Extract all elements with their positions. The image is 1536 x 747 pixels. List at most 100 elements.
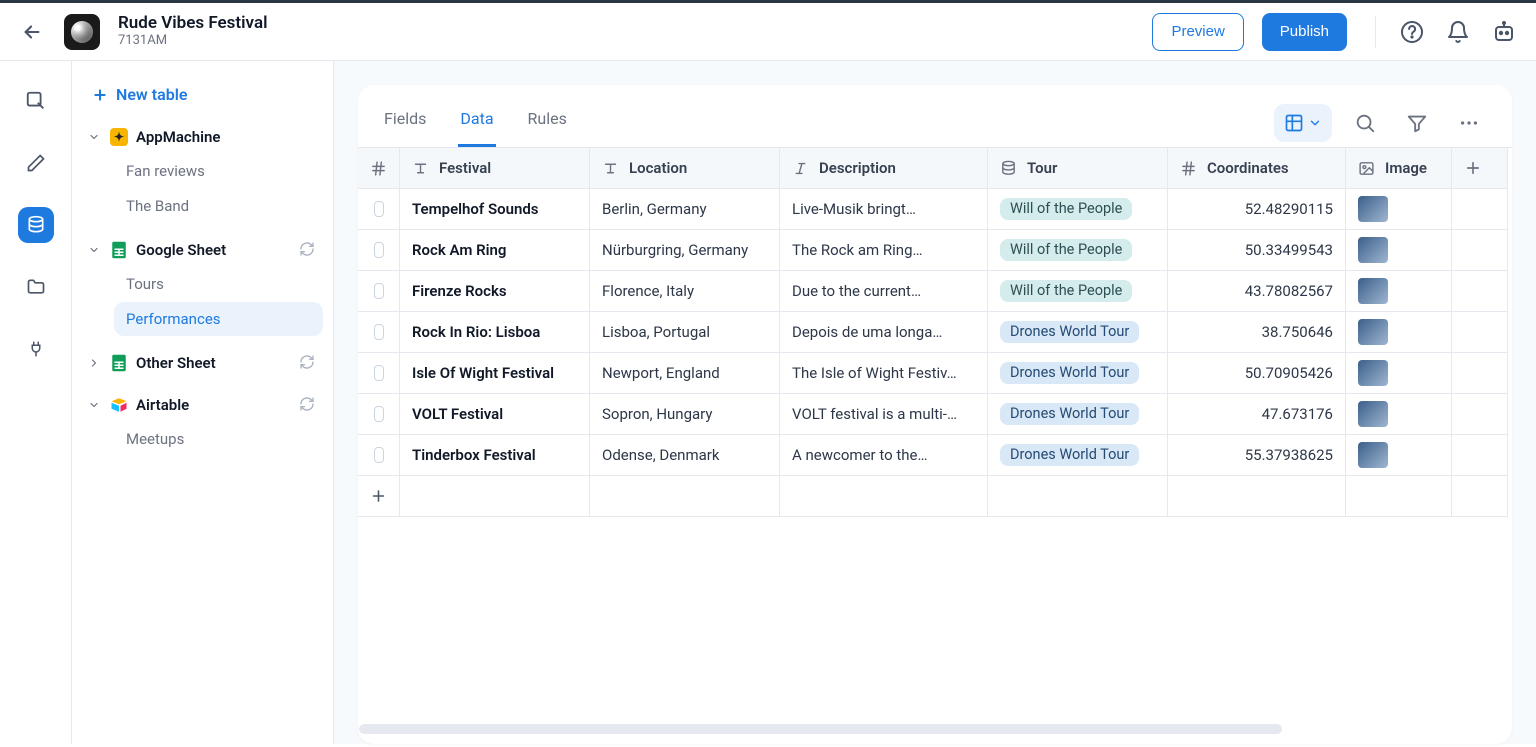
tab-fields[interactable]: Fields [382, 99, 428, 147]
cell-festival[interactable]: Tinderbox Festival [400, 435, 590, 476]
column-header[interactable]: Coordinates [1168, 148, 1346, 189]
tree-group-airtable[interactable]: Airtable [80, 390, 323, 420]
tree-item[interactable]: Tours [114, 267, 323, 301]
cell-coordinates[interactable]: 43.78082567 [1168, 271, 1346, 312]
row-selector[interactable] [358, 435, 400, 476]
row-checkbox[interactable] [374, 406, 384, 422]
tree-group-gsheet1[interactable]: Google Sheet [80, 235, 323, 265]
cell-coordinates[interactable]: 47.673176 [1168, 394, 1346, 435]
tree-group-gsheet2[interactable]: Other Sheet [80, 348, 323, 378]
cell-description[interactable]: Depois de uma longa… [780, 312, 988, 353]
row-checkbox[interactable] [374, 324, 384, 340]
cell-festival[interactable]: Tempelhof Sounds [400, 189, 590, 230]
bell-icon[interactable] [1444, 18, 1472, 46]
preview-button[interactable]: Preview [1152, 13, 1243, 51]
cell-image[interactable] [1346, 271, 1452, 312]
add-column-button[interactable] [1452, 148, 1508, 189]
cell-location[interactable]: Odense, Denmark [590, 435, 780, 476]
cell-image[interactable] [1346, 312, 1452, 353]
tree-item[interactable]: Performances [114, 302, 323, 336]
cell-location[interactable]: Florence, Italy [590, 271, 780, 312]
cell-location[interactable]: Newport, England [590, 353, 780, 394]
row-selector[interactable] [358, 230, 400, 271]
row-selector[interactable] [358, 312, 400, 353]
refresh-icon[interactable] [299, 241, 317, 259]
cell-festival[interactable]: Isle Of Wight Festival [400, 353, 590, 394]
row-selector[interactable] [358, 394, 400, 435]
more-icon[interactable] [1450, 104, 1488, 142]
cell-location[interactable]: Lisboa, Portugal [590, 312, 780, 353]
cell-tour[interactable]: Will of the People [988, 189, 1168, 230]
cell-tour[interactable]: Drones World Tour [988, 312, 1168, 353]
row-selector[interactable] [358, 353, 400, 394]
row-checkbox[interactable] [374, 283, 384, 299]
robot-icon[interactable] [1490, 18, 1518, 46]
cell-coordinates[interactable]: 50.70905426 [1168, 353, 1346, 394]
rail-cursor-icon[interactable] [18, 83, 54, 119]
row-selector[interactable] [358, 271, 400, 312]
row-selector[interactable] [358, 189, 400, 230]
add-row-button[interactable] [358, 476, 400, 517]
cell-image[interactable] [1346, 435, 1452, 476]
cell-blank[interactable] [1452, 189, 1508, 230]
cell-description[interactable]: A newcomer to the… [780, 435, 988, 476]
cell-location[interactable]: Nürburgring, Germany [590, 230, 780, 271]
cell-coordinates[interactable]: 38.750646 [1168, 312, 1346, 353]
horizontal-scrollbar[interactable] [359, 724, 1282, 734]
cell-coordinates[interactable]: 55.37938625 [1168, 435, 1346, 476]
cell-blank[interactable] [1452, 353, 1508, 394]
cell-tour[interactable]: Drones World Tour [988, 435, 1168, 476]
column-header[interactable]: Description [780, 148, 988, 189]
column-header[interactable]: Location [590, 148, 780, 189]
cell-image[interactable] [1346, 189, 1452, 230]
cell-description[interactable]: VOLT festival is a multi-… [780, 394, 988, 435]
column-header[interactable]: Festival [400, 148, 590, 189]
cell-tour[interactable]: Will of the People [988, 271, 1168, 312]
cell-tour[interactable]: Drones World Tour [988, 394, 1168, 435]
cell-blank[interactable] [1452, 271, 1508, 312]
column-header[interactable]: Image [1346, 148, 1452, 189]
rail-database-icon[interactable] [18, 207, 54, 243]
cell-description[interactable]: Due to the current… [780, 271, 988, 312]
cell-festival[interactable]: Firenze Rocks [400, 271, 590, 312]
search-icon[interactable] [1346, 104, 1384, 142]
tab-data[interactable]: Data [458, 99, 495, 147]
tree-item[interactable]: Fan reviews [114, 154, 323, 188]
cell-festival[interactable]: Rock In Rio: Lisboa [400, 312, 590, 353]
view-switch-button[interactable] [1274, 104, 1332, 142]
column-header[interactable] [358, 148, 400, 189]
row-checkbox[interactable] [374, 447, 384, 463]
row-checkbox[interactable] [374, 242, 384, 258]
publish-button[interactable]: Publish [1262, 13, 1347, 51]
cell-description[interactable]: The Rock am Ring… [780, 230, 988, 271]
cell-description[interactable]: Live-Musik bringt… [780, 189, 988, 230]
cell-location[interactable]: Sopron, Hungary [590, 394, 780, 435]
tree-item[interactable]: Meetups [114, 422, 323, 456]
refresh-icon[interactable] [299, 354, 317, 372]
cell-blank[interactable] [1452, 435, 1508, 476]
cell-image[interactable] [1346, 230, 1452, 271]
tree-group-appmachine[interactable]: ✦AppMachine [80, 122, 323, 152]
cell-description[interactable]: The Isle of Wight Festiv… [780, 353, 988, 394]
cell-image[interactable] [1346, 394, 1452, 435]
rail-folder-icon[interactable] [18, 269, 54, 305]
back-button[interactable] [18, 18, 46, 46]
rail-plug-icon[interactable] [18, 331, 54, 367]
help-icon[interactable] [1398, 18, 1426, 46]
cell-image[interactable] [1346, 353, 1452, 394]
tab-rules[interactable]: Rules [526, 99, 569, 147]
row-checkbox[interactable] [374, 201, 384, 217]
cell-blank[interactable] [1452, 312, 1508, 353]
new-table-button[interactable]: New table [80, 79, 323, 122]
cell-tour[interactable]: Will of the People [988, 230, 1168, 271]
filter-icon[interactable] [1398, 104, 1436, 142]
cell-coordinates[interactable]: 50.33499543 [1168, 230, 1346, 271]
cell-blank[interactable] [1452, 230, 1508, 271]
rail-pencil-icon[interactable] [18, 145, 54, 181]
cell-blank[interactable] [1452, 394, 1508, 435]
refresh-icon[interactable] [299, 396, 317, 414]
tree-item[interactable]: The Band [114, 189, 323, 223]
cell-location[interactable]: Berlin, Germany [590, 189, 780, 230]
cell-coordinates[interactable]: 52.48290115 [1168, 189, 1346, 230]
cell-tour[interactable]: Drones World Tour [988, 353, 1168, 394]
